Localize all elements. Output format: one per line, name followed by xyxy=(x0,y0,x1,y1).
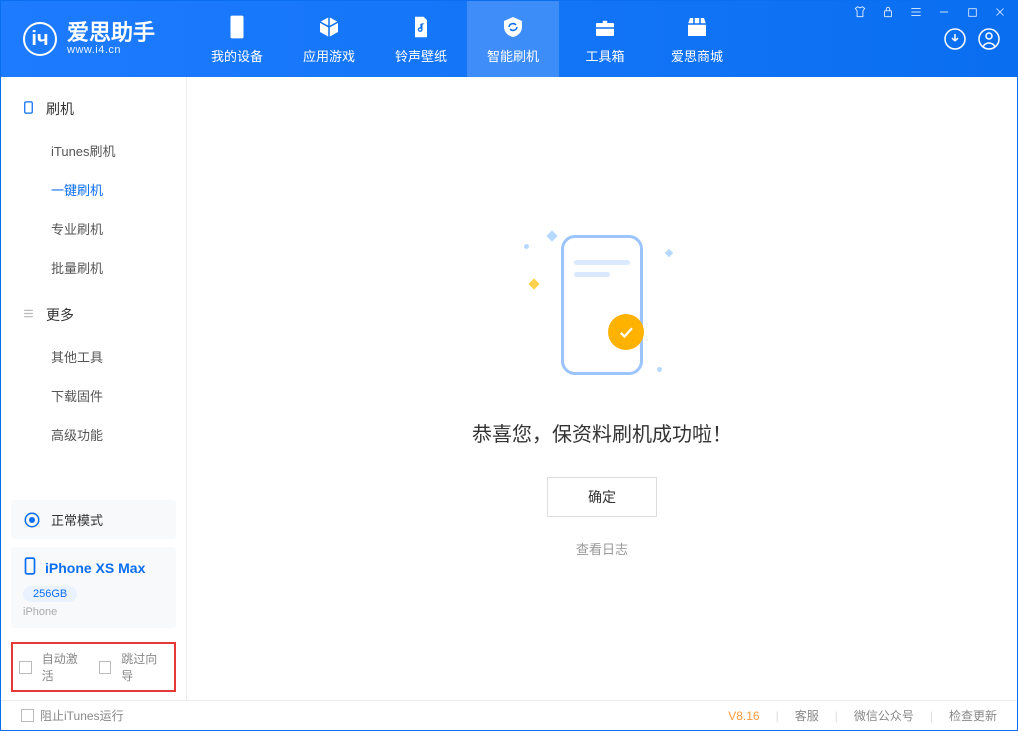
footer-check-update-link[interactable]: 检查更新 xyxy=(949,707,997,724)
toolbox-icon xyxy=(592,14,618,40)
sidebar-section-label: 更多 xyxy=(46,305,74,325)
menu-icon[interactable] xyxy=(908,4,924,20)
tab-label: 工具箱 xyxy=(585,46,624,65)
sidebar-item-download-firmware[interactable]: 下载固件 xyxy=(1,376,186,415)
tab-label: 智能刷机 xyxy=(487,46,539,65)
minimize-button[interactable] xyxy=(936,4,952,20)
sidebar-item-itunes-flash[interactable]: iTunes刷机 xyxy=(1,131,186,170)
tab-label: 爱思商城 xyxy=(671,46,723,65)
device-name-label: iPhone XS Max xyxy=(45,560,145,576)
tab-label: 我的设备 xyxy=(211,46,263,65)
checkbox-row-highlight: 自动激活 跳过向导 xyxy=(11,642,176,692)
maximize-button[interactable] xyxy=(964,4,980,20)
tab-label: 铃声壁纸 xyxy=(395,46,447,65)
sidebar-section-more: 更多 xyxy=(1,297,186,333)
tab-label: 应用游戏 xyxy=(303,46,355,65)
tab-ringtones[interactable]: 铃声壁纸 xyxy=(375,1,467,77)
list-icon xyxy=(21,306,36,324)
refresh-shield-icon xyxy=(500,14,526,40)
sidebar: 刷机 iTunes刷机 一键刷机 专业刷机 批量刷机 更多 其他工具 下载固件 … xyxy=(1,77,187,700)
device-card[interactable]: iPhone XS Max 256GB iPhone xyxy=(11,547,176,628)
download-button[interactable] xyxy=(941,25,969,53)
checkbox-block-itunes[interactable] xyxy=(21,709,34,722)
app-subtitle: www.i4.cn xyxy=(67,44,155,56)
shirt-icon[interactable] xyxy=(852,4,868,20)
close-button[interactable] xyxy=(992,4,1008,20)
mode-icon xyxy=(23,511,41,529)
phone-illustration-icon xyxy=(561,235,643,375)
music-file-icon xyxy=(408,14,434,40)
tab-toolbox[interactable]: 工具箱 xyxy=(559,1,651,77)
footer-support-link[interactable]: 客服 xyxy=(795,707,819,724)
app-logo: iч 爱思助手 www.i4.cn xyxy=(1,1,191,77)
sidebar-item-pro-flash[interactable]: 专业刷机 xyxy=(1,209,186,248)
sidebar-section-flash: 刷机 xyxy=(1,91,186,127)
user-button[interactable] xyxy=(975,25,1003,53)
checkbox-skip-guide[interactable] xyxy=(99,661,112,674)
check-badge-icon xyxy=(608,314,644,350)
tab-store[interactable]: 爱思商城 xyxy=(651,1,743,77)
device-mode-card[interactable]: 正常模式 xyxy=(11,500,176,539)
phone-small-icon xyxy=(23,557,37,578)
confirm-button[interactable]: 确定 xyxy=(547,477,657,517)
view-log-link[interactable]: 查看日志 xyxy=(576,539,628,558)
cube-icon xyxy=(316,14,342,40)
device-type-label: iPhone xyxy=(23,606,164,618)
checkbox-auto-activate[interactable] xyxy=(19,661,32,674)
tab-smart-flash[interactable]: 智能刷机 xyxy=(467,1,559,77)
device-mode-label: 正常模式 xyxy=(51,510,103,529)
phone-icon xyxy=(224,14,250,40)
device-icon xyxy=(21,100,36,118)
sidebar-item-other-tools[interactable]: 其他工具 xyxy=(1,337,186,376)
success-illustration xyxy=(522,220,682,390)
device-storage-badge: 256GB xyxy=(23,586,77,602)
tab-my-device[interactable]: 我的设备 xyxy=(191,1,283,77)
sidebar-item-batch-flash[interactable]: 批量刷机 xyxy=(1,248,186,287)
main-tabs: 我的设备 应用游戏 铃声壁纸 智能刷机 工具箱 爱思商城 xyxy=(191,1,743,77)
success-title: 恭喜您，保资料刷机成功啦！ xyxy=(472,418,732,447)
checkbox-label-auto-activate: 自动激活 xyxy=(42,650,89,684)
lock-icon[interactable] xyxy=(880,4,896,20)
sidebar-item-advanced[interactable]: 高级功能 xyxy=(1,415,186,454)
footer-wechat-link[interactable]: 微信公众号 xyxy=(854,707,914,724)
footer-block-itunes-label: 阻止iTunes运行 xyxy=(40,707,124,724)
sidebar-section-label: 刷机 xyxy=(46,99,74,119)
logo-icon: iч xyxy=(23,22,57,56)
window-controls xyxy=(852,4,1008,20)
store-icon xyxy=(684,14,710,40)
sidebar-item-oneclick-flash[interactable]: 一键刷机 xyxy=(1,170,186,209)
tab-apps-games[interactable]: 应用游戏 xyxy=(283,1,375,77)
main-content: 恭喜您，保资料刷机成功啦！ 确定 查看日志 xyxy=(187,77,1017,700)
footer-version: V8.16 xyxy=(728,709,759,723)
app-title: 爱思助手 xyxy=(67,22,155,44)
footer: 阻止iTunes运行 V8.16 | 客服 | 微信公众号 | 检查更新 xyxy=(1,700,1017,730)
checkbox-label-skip-guide: 跳过向导 xyxy=(121,650,168,684)
